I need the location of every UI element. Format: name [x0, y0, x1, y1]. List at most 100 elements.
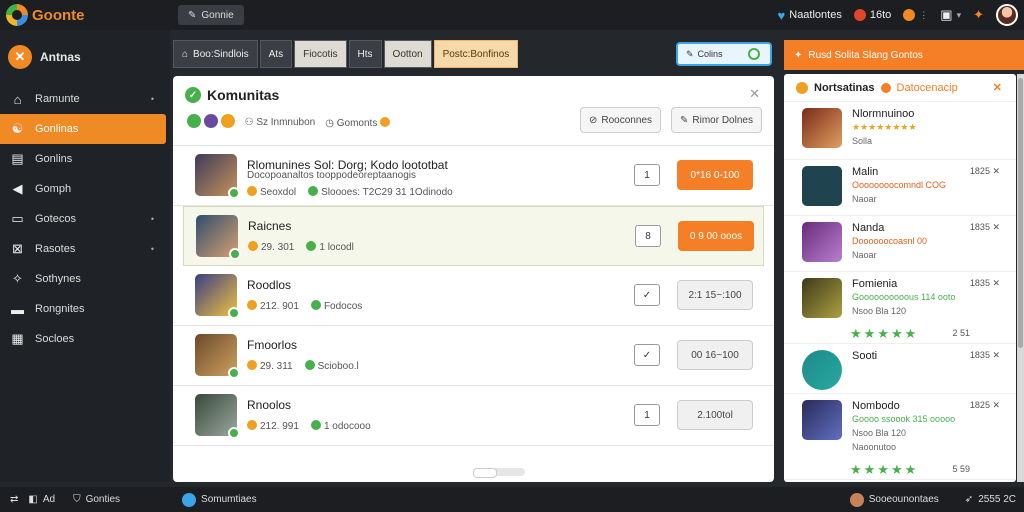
tools-button[interactable]: ✦: [973, 7, 984, 23]
coin-icon: [796, 81, 808, 94]
sidebar-item[interactable]: ◀ Gomph: [0, 174, 170, 204]
avatar[interactable]: [996, 4, 1018, 26]
remove-button[interactable]: ✎ Rimor Dolnes: [671, 107, 762, 133]
sidebar-item[interactable]: ▦ Socloes: [0, 324, 170, 354]
app-logo[interactable]: Goonte: [6, 4, 166, 26]
coin-indicator[interactable]: ⋮: [903, 9, 928, 21]
game-stats: 29. 311 Scioboo.l: [247, 360, 359, 372]
ad-button[interactable]: ◧ Ad: [28, 494, 55, 505]
right-scrollbar[interactable]: [1017, 74, 1024, 482]
game-title[interactable]: Rnoolos: [247, 398, 291, 412]
people-icon: ⚇: [244, 117, 257, 128]
sidebar-item[interactable]: ⌂ Ramunte •: [0, 84, 170, 114]
coin-icon: [247, 186, 257, 196]
close-icon[interactable]: ✕: [749, 86, 760, 102]
sidebar-list: ⌂ Ramunte • ☯ Gonlinas ▤ Gonlins ◀ Gomph ▭ Gotecos…: [0, 84, 170, 354]
members-link[interactable]: ⚇ Sz Inmnubon: [245, 117, 316, 128]
horizontal-scrollbar[interactable]: [473, 468, 525, 478]
players-count: 212. 901: [247, 300, 299, 312]
game-row[interactable]: Fmoorlos 29. 311 Scioboo.l ✓ 00 16~100: [173, 326, 774, 386]
game-title[interactable]: Roodlos: [247, 278, 291, 292]
sidebar-header[interactable]: ✕ Antnas: [0, 30, 170, 84]
notification-item[interactable]: Fomienia Goooooooooous 114 ooto Nsoo Bla 1…: [784, 272, 1016, 344]
sidebar-item[interactable]: ✧ Sothynes: [0, 264, 170, 294]
dismiss-icon[interactable]: ✕: [990, 400, 1000, 410]
tab-postc[interactable]: Postc:Bonfinos: [433, 40, 519, 68]
notifications-button[interactable]: ▣ ▾: [940, 7, 961, 23]
sidebar-item[interactable]: ▭ Gotecos •: [0, 204, 170, 234]
notification-item[interactable]: Nanda Doooooocoasnl 00 Naoar 1835 ✕: [784, 216, 1016, 272]
user-name[interactable]: ♥ Naatlontes: [778, 8, 842, 23]
count-box[interactable]: ✓: [634, 284, 660, 306]
gem-icon: [853, 9, 866, 21]
game-thumbnail: [802, 278, 842, 318]
tab-ats[interactable]: Ats: [259, 40, 293, 68]
share-button[interactable]: ⇄: [10, 494, 18, 505]
dismiss-icon[interactable]: ✕: [990, 350, 1000, 360]
sidebar-item[interactable]: ▬ Rongnites: [0, 294, 170, 324]
count-box[interactable]: 1: [634, 164, 660, 186]
notification-item[interactable]: Nlormnuinoo ★★★★★★★★ Solla: [784, 102, 1016, 160]
notification-title: Nombodo: [852, 400, 900, 412]
resources-button[interactable]: ⊘ Rooconnes: [580, 107, 661, 133]
count-box[interactable]: ✓: [634, 344, 660, 366]
status-ring-icon: [748, 48, 760, 60]
time-value: 1835: [969, 278, 990, 288]
member-avatar: [203, 114, 218, 128]
notification-item[interactable]: Sooti 1835 ✕: [784, 344, 1016, 394]
dismiss-icon[interactable]: ✕: [990, 166, 1000, 176]
right-panel-header[interactable]: ✦ Rusd Solita Slang Gontos: [784, 40, 1024, 70]
join-button[interactable]: 2.100tol: [677, 400, 753, 430]
sidebar: ✕ Antnas ⌂ Ramunte • ☯ Gonlinas ▤ Gonlins ◀ Gomp…: [0, 30, 170, 482]
tab-fiocotis[interactable]: Fiocotis: [294, 40, 347, 68]
game-row[interactable]: Rnoolos 212. 991 1 odocooo 1 2.100tol: [173, 386, 774, 446]
dismiss-icon[interactable]: ✕: [990, 278, 1000, 288]
join-button[interactable]: 0 9 00 ooos: [678, 221, 754, 251]
comments-link[interactable]: ◷ Gomonts: [325, 116, 393, 129]
game-row[interactable]: Rlomunines Sol: Dorg; Kodo loototbat Doco…: [173, 146, 774, 206]
notification-title: Nanda: [852, 222, 885, 234]
notification-detail: Doooooocoasnl 00: [852, 236, 928, 246]
sidebar-item[interactable]: ▤ Gonlins: [0, 144, 170, 174]
game-description: Docopoanaltos tooppodeoreptaanogis: [247, 170, 417, 181]
games-button[interactable]: ⛉ Gonties: [73, 494, 120, 505]
profile-link[interactable]: Sooeounontaes: [849, 492, 939, 507]
sidebar-item-label: Gonlins: [35, 153, 73, 165]
status-value: 1 locodl: [319, 242, 354, 253]
tab-ootton[interactable]: Ootton: [383, 40, 432, 68]
status-readout[interactable]: ➶ 2555 2C: [965, 494, 1016, 505]
count-box[interactable]: 8: [635, 225, 661, 247]
game-thumbnail: [802, 350, 842, 390]
status-value: Sloooes: T2C29 31 1Odinodo: [321, 187, 453, 198]
page-title: ✓ Komunitas: [185, 87, 279, 103]
top-button-label: Gonnie: [201, 9, 234, 21]
top-edit-button[interactable]: ✎ Gonnie: [178, 5, 244, 25]
join-button[interactable]: 00 16~100: [677, 340, 753, 370]
search-pill[interactable]: ✎ Colins: [676, 42, 772, 66]
sidebar-item[interactable]: ⊠ Rasotes •: [0, 234, 170, 264]
players-count: 29. 311: [247, 360, 293, 372]
game-row[interactable]: Raicnes 29. 301 1 locodl 8 0 9 00 ooos: [183, 206, 764, 266]
notification-item[interactable]: Malin Oooooooocomndl COG Naoar 1825 ✕: [784, 160, 1016, 216]
close-icon[interactable]: ✕: [993, 81, 1002, 94]
sidebar-item-label: Ramunte: [35, 93, 80, 105]
sidebar-item-label: Gonlinas: [35, 123, 79, 135]
tab-hts[interactable]: Hts: [348, 40, 382, 68]
pencil-icon: ✎: [686, 48, 694, 59]
join-button[interactable]: 0*16 0-100: [677, 160, 753, 190]
game-thumbnail: [802, 400, 842, 440]
game-row[interactable]: Roodlos 212. 901 Fodocos ✓ 2:1 15~:100: [173, 266, 774, 326]
score-badge[interactable]: 16to: [853, 9, 891, 21]
logo-icon: [6, 4, 28, 26]
tab-home[interactable]: ⌂ Boo:Sindlois: [173, 40, 258, 68]
dismiss-icon[interactable]: ✕: [990, 222, 1000, 232]
community-button[interactable]: Somumtiaes: [182, 492, 257, 507]
sidebar-item[interactable]: ☯ Gonlinas: [0, 114, 166, 144]
join-button[interactable]: 2:1 15~:100: [677, 280, 753, 310]
game-title[interactable]: Raicnes: [248, 219, 291, 233]
notification-item[interactable]: Nombodo Goooo ssoook 315 ooooo Nsoo Bla 12…: [784, 394, 1016, 480]
game-list: Rlomunines Sol: Dorg; Kodo loototbat Doco…: [173, 146, 774, 446]
game-title[interactable]: Fmoorlos: [247, 338, 297, 352]
coin-icon: [247, 420, 257, 430]
count-box[interactable]: 1: [634, 404, 660, 426]
